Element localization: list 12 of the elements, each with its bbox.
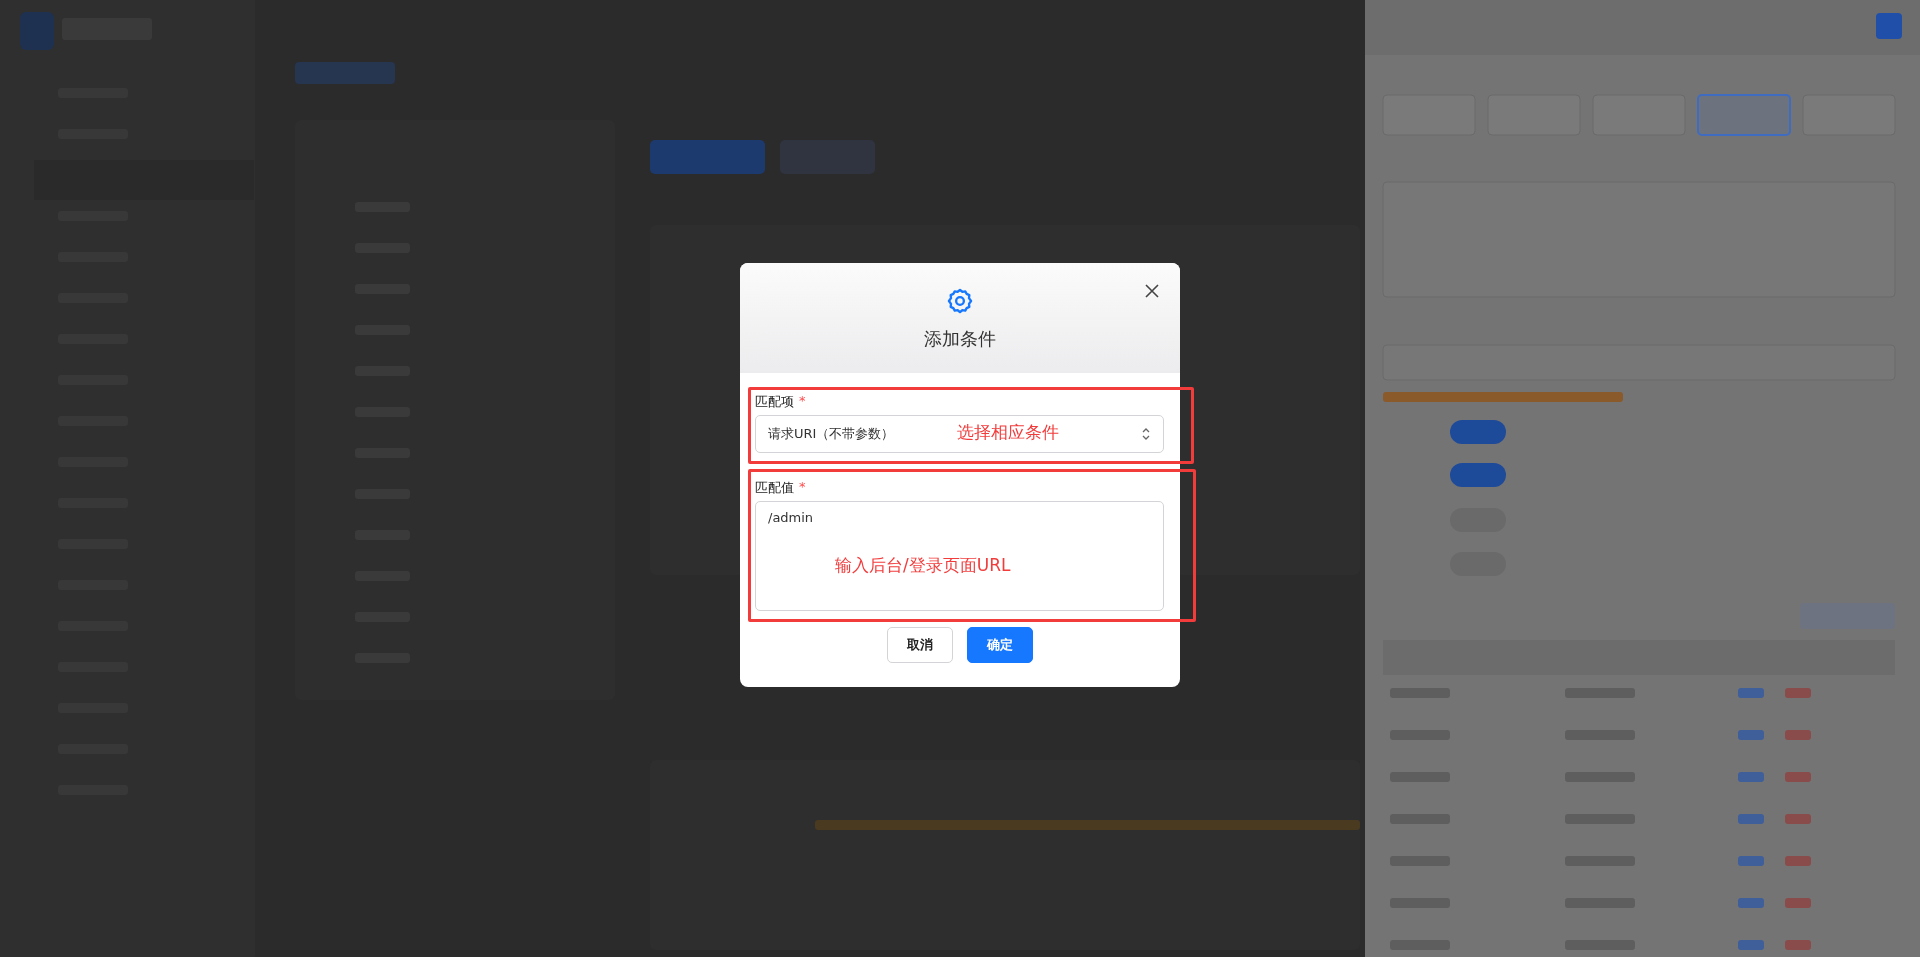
dialog-title: 添加条件 <box>924 326 996 351</box>
field-label: 匹配项 <box>755 392 794 411</box>
cancel-button[interactable]: 取消 <box>887 626 953 663</box>
close-icon <box>1144 282 1160 299</box>
sort-caret-icon <box>1141 426 1151 441</box>
required-mark: * <box>799 478 806 496</box>
settings-icon <box>946 286 974 315</box>
confirm-button[interactable]: 确定 <box>967 626 1033 663</box>
field-label: 匹配值 <box>755 478 794 497</box>
required-mark: * <box>799 392 806 410</box>
annotation-text: 输入后台/登录页面URL <box>835 553 1011 577</box>
annotation-text: 选择相应条件 <box>957 420 1059 444</box>
